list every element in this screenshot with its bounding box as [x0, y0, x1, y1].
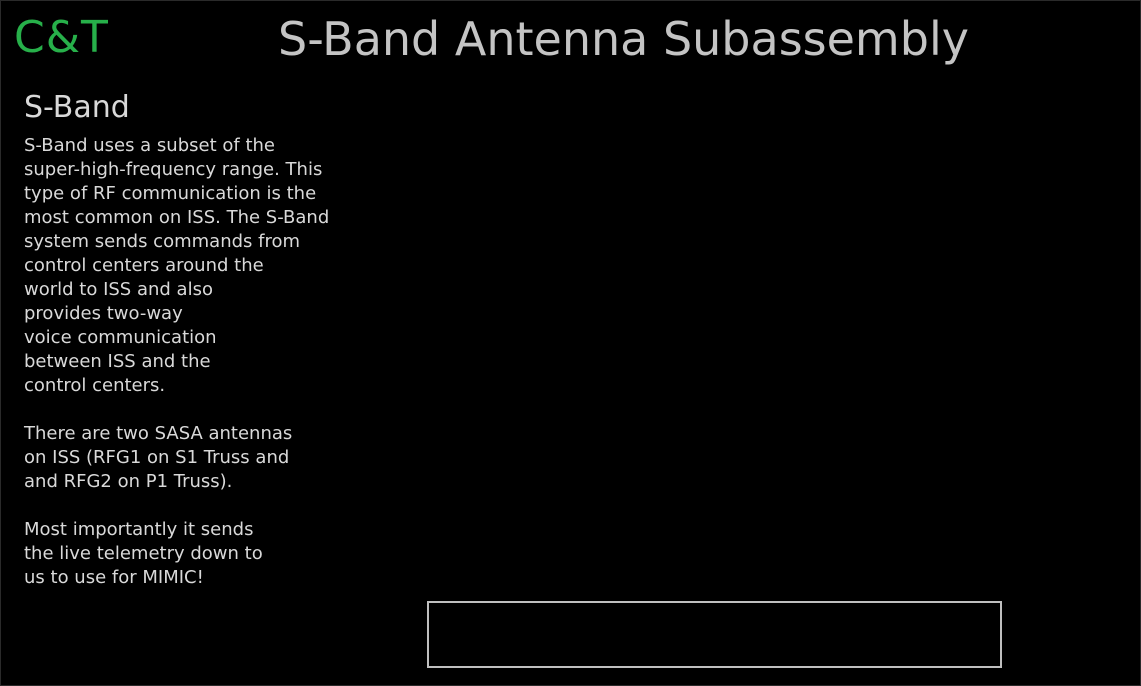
description-line: most common on ISS. The S-Band — [24, 207, 330, 228]
section-heading: S-Band — [24, 90, 130, 125]
description-line: system sends commands from — [24, 231, 301, 252]
description-line: super-high-frequency range. This — [24, 159, 323, 180]
description-line: world to ISS and also — [24, 279, 213, 300]
description-panel: S-Band uses a subset of the super-high-f… — [24, 134, 384, 590]
description-line: voice communication — [24, 327, 217, 348]
description-line: There are two SASA antennas — [24, 423, 293, 444]
page-title: S-Band Antenna Subassembly — [278, 12, 969, 66]
description-line: us to use for MIMIC! — [24, 567, 204, 588]
description-paragraph-3: Most importantly it sends the live telem… — [24, 518, 384, 590]
description-line: S-Band uses a subset of the — [24, 135, 275, 156]
status-box — [427, 601, 1002, 668]
description-line: Most importantly it sends — [24, 519, 254, 540]
description-line: between ISS and the — [24, 351, 211, 372]
description-line: control centers around the — [24, 255, 264, 276]
description-paragraph-1: S-Band uses a subset of the super-high-f… — [24, 134, 384, 398]
description-line: the live telemetry down to — [24, 543, 263, 564]
description-line: on ISS (RFG1 on S1 Truss and — [24, 447, 290, 468]
description-line: control centers. — [24, 375, 166, 396]
description-paragraph-2: There are two SASA antennas on ISS (RFG1… — [24, 422, 384, 494]
description-line: type of RF communication is the — [24, 183, 317, 204]
ct-logo: C&T — [14, 12, 109, 63]
description-line: and RFG2 on P1 Truss). — [24, 471, 233, 492]
description-line: provides two-way — [24, 303, 183, 324]
